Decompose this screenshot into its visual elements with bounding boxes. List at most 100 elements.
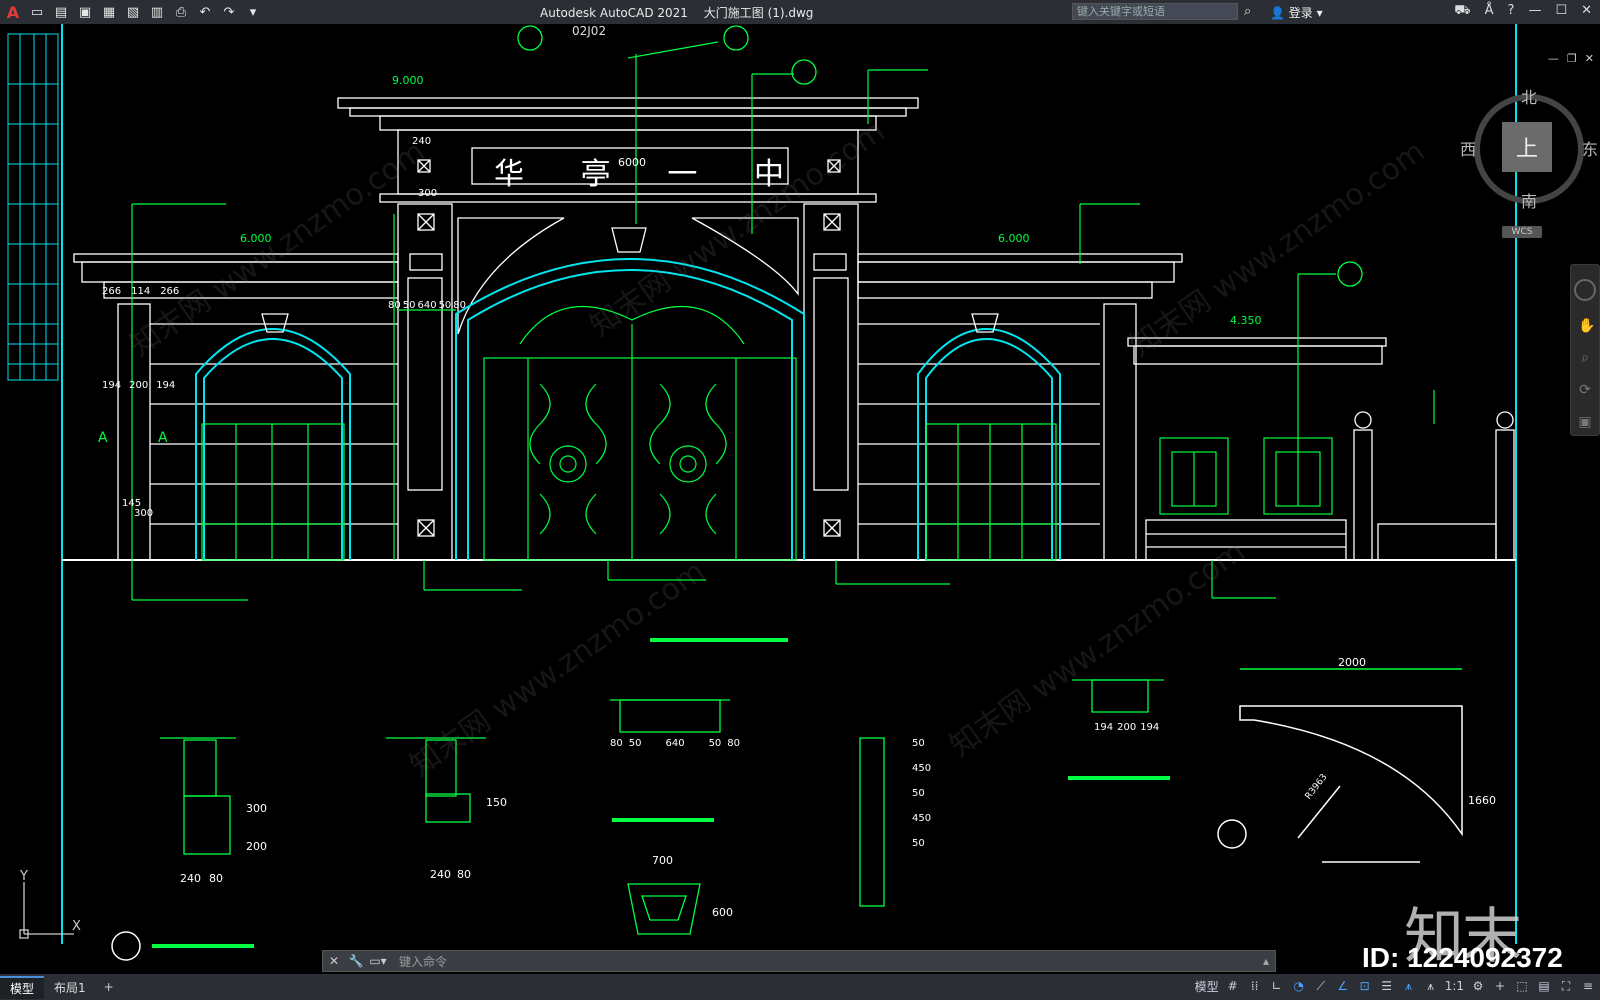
viewcube[interactable]: 上 北 南 西 东 WCS <box>1460 84 1598 254</box>
dim-label: 200 <box>246 840 267 853</box>
viewcube-top-face[interactable]: 上 <box>1502 122 1552 172</box>
export-icon[interactable]: ▥ <box>148 3 166 21</box>
cart-icon[interactable]: ⛟ <box>1454 3 1470 20</box>
help-icon[interactable]: ? <box>1508 3 1515 20</box>
customize-dropdown-icon[interactable]: ▾ <box>244 3 262 21</box>
restore-drawing-icon[interactable]: ❐ <box>1567 52 1577 65</box>
dim-label: 50 <box>628 738 642 749</box>
quick-properties-icon[interactable]: ▤ <box>1536 977 1552 995</box>
add-layout-icon[interactable]: + <box>96 980 122 994</box>
polar-icon[interactable]: ◔ <box>1291 977 1307 995</box>
minimize-icon[interactable]: — <box>1528 3 1541 20</box>
dim-label: 300 <box>246 802 267 815</box>
close-drawing-icon[interactable]: ✕ <box>1585 52 1594 65</box>
elevation-label: 4.350 <box>1230 314 1262 327</box>
dim-label: 2000 <box>1338 656 1366 669</box>
workspace-gear-icon[interactable]: ⚙ <box>1470 977 1486 995</box>
customization-icon[interactable]: ≡ <box>1580 977 1596 995</box>
search-input[interactable]: 键入关键字或短语 <box>1072 3 1238 20</box>
isodraft-icon[interactable]: ⟋ <box>1313 977 1329 995</box>
redo-icon[interactable]: ↷ <box>220 3 238 21</box>
compass-north[interactable]: 北 <box>1521 84 1537 108</box>
grid-icon[interactable]: # <box>1225 977 1241 995</box>
dim-label: 150 <box>486 796 507 809</box>
annotation-visibility-icon[interactable]: ⩚ <box>1401 977 1417 995</box>
dim-label: 50 <box>912 738 925 749</box>
undo-icon[interactable]: ↶ <box>196 3 214 21</box>
save-as-icon[interactable]: ▦ <box>100 3 118 21</box>
login-label: 登录 <box>1288 6 1313 20</box>
dim-label: 80 <box>727 738 741 749</box>
dim-label: 450 <box>912 813 932 824</box>
login-button[interactable]: 👤 登录 ▾ <box>1270 4 1323 21</box>
open-folder-icon[interactable]: ▤ <box>52 3 70 21</box>
tab-layout1[interactable]: 布局1 <box>44 977 96 998</box>
dim-label: 50 <box>402 300 416 311</box>
close-command-icon[interactable]: ✕ <box>323 954 345 968</box>
account-icon[interactable]: Å <box>1485 3 1494 20</box>
units-icon[interactable]: ⬚ <box>1514 977 1530 995</box>
new-file-icon[interactable]: ▭ <box>28 3 46 21</box>
tab-model[interactable]: 模型 <box>0 975 45 999</box>
dim-label: 450 <box>912 763 932 774</box>
dim-label: 50 <box>912 838 925 849</box>
dim-label: 266 <box>102 286 122 297</box>
clean-screen-icon[interactable]: ⛶ <box>1558 977 1574 995</box>
search-icon[interactable]: ⌕ <box>1244 4 1251 19</box>
command-line[interactable]: ✕ 🔧 ▭▾ 键入命令 ▴ <box>322 950 1276 972</box>
steering-wheel-icon[interactable] <box>1574 279 1596 301</box>
command-input[interactable]: 键入命令 <box>399 953 447 970</box>
annotation-monitor-icon[interactable]: + <box>1492 977 1508 995</box>
sign-char: 华 <box>494 157 524 192</box>
dim-label: 700 <box>652 854 673 867</box>
dim-label: 50 <box>912 788 925 799</box>
publish-icon[interactable]: ▧ <box>124 3 142 21</box>
dim-label: 600 <box>712 906 733 919</box>
dim-label: 1660 <box>1468 794 1496 807</box>
dim-label: 194 <box>156 380 176 391</box>
object-snap-tracking-icon[interactable]: ∠ <box>1335 977 1351 995</box>
dim-label: 240 <box>430 868 451 881</box>
annotation-scale-button[interactable]: 1:1 <box>1445 977 1464 995</box>
maximize-icon[interactable]: ☐ <box>1555 3 1567 20</box>
command-scroll-icon[interactable]: ▴ <box>1263 954 1269 968</box>
wcs-dropdown[interactable]: WCS <box>1502 226 1542 238</box>
close-icon[interactable]: ✕ <box>1581 3 1592 20</box>
sign-char: 亭 <box>580 157 611 192</box>
id-label: ID: 1224092372 <box>1362 942 1563 973</box>
save-icon[interactable]: ▣ <box>76 3 94 21</box>
showmotion-icon[interactable]: ▣ <box>1578 415 1592 429</box>
compass-west[interactable]: 西 <box>1460 136 1476 160</box>
dim-label: 640 <box>665 738 685 749</box>
file-name: 大门施工图 (1).dwg <box>703 6 814 20</box>
ortho-icon[interactable]: ∟ <box>1269 977 1285 995</box>
lineweight-icon[interactable]: ☰ <box>1379 977 1395 995</box>
sign-char: 一 <box>667 157 698 192</box>
dim-label: 640 <box>417 300 437 311</box>
minimize-drawing-icon[interactable]: — <box>1548 52 1559 65</box>
status-bar: 模型 布局1 + 模型 # ⁞⁞ ∟ ◔ ⟋ ∠ ⊡ ☰ ⩚ ⩚ 1:1 ⚙ +… <box>0 974 1600 1000</box>
dim-label: 300 <box>418 188 438 199</box>
dim-label: 80 <box>610 738 623 749</box>
dim-label: 6000 <box>618 156 646 169</box>
object-snap-icon[interactable]: ⊡ <box>1357 977 1373 995</box>
dim-label: 240 <box>180 872 201 885</box>
navigation-bar[interactable]: ✋ ⌕ ⟳ ▣ <box>1570 264 1600 436</box>
dim-label: 50 <box>708 738 722 749</box>
svg-text:X: X <box>72 919 81 934</box>
pan-icon[interactable]: ✋ <box>1578 319 1595 333</box>
dim-label: 194 <box>1094 722 1114 733</box>
autocad-logo-icon[interactable]: A <box>4 3 22 22</box>
compass-south[interactable]: 南 <box>1521 188 1537 212</box>
drawing-canvas[interactable]: Y X 华 亭 一 中 6000 02J02 9.000 6.000 6.000… <box>0 24 1600 974</box>
customize-command-icon[interactable]: 🔧 <box>345 954 367 968</box>
recent-commands-icon[interactable]: ▭▾ <box>367 954 389 968</box>
elevation-label: 6.000 <box>998 232 1030 245</box>
model-space-button[interactable]: 模型 <box>1195 977 1219 995</box>
zoom-icon[interactable]: ⌕ <box>1578 351 1592 365</box>
snap-icon[interactable]: ⁞⁞ <box>1247 977 1263 995</box>
orbit-icon[interactable]: ⟳ <box>1578 383 1592 397</box>
compass-east[interactable]: 东 <box>1582 136 1598 160</box>
print-icon[interactable]: ⎙ <box>172 3 190 21</box>
auto-scale-icon[interactable]: ⩚ <box>1423 977 1439 995</box>
